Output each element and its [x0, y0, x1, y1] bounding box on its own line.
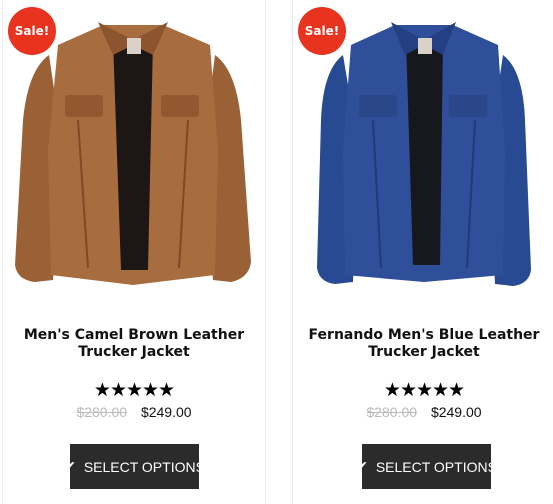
rating-stars: ★★★★★ — [93, 380, 175, 401]
product-image[interactable]: Sale! — [293, 0, 553, 305]
product-grid: Sale! Men's Camel Brown Leather Trucker … — [0, 0, 553, 504]
old-price: $280.00 — [76, 404, 128, 420]
check-icon: ✔ — [64, 458, 76, 474]
sale-price: $249.00 — [430, 404, 482, 420]
select-options-button[interactable]: ✔ SELECT OPTIONS — [356, 444, 497, 489]
old-price: $280.00 — [366, 404, 418, 420]
check-icon: ✔ — [356, 458, 368, 474]
select-options-label: SELECT OPTIONS — [375, 458, 497, 475]
product-title[interactable]: Men's Camel Brown Leather Trucker Jacket — [3, 327, 265, 361]
price-block: $280.00 $249.00 — [293, 403, 553, 421]
product-card: Sale! Fernando Men's Blue Leather Trucke… — [292, 0, 553, 504]
select-options-button[interactable]: ✔ SELECT OPTIONS — [64, 444, 205, 489]
price-block: $280.00 $249.00 — [3, 403, 265, 421]
product-card: Sale! Men's Camel Brown Leather Trucker … — [2, 0, 266, 504]
product-title-line: Trucker Jacket — [368, 344, 480, 360]
product-title-line: Fernando Men's Blue Leather — [308, 327, 540, 343]
sale-price: $249.00 — [140, 404, 192, 420]
sale-badge: Sale! — [298, 7, 346, 55]
select-options-label: SELECT OPTIONS — [83, 458, 205, 475]
rating-stars: ★★★★★ — [383, 380, 465, 401]
product-title[interactable]: Fernando Men's Blue Leather Trucker Jack… — [293, 327, 553, 361]
sale-badge: Sale! — [8, 7, 56, 55]
product-image[interactable]: Sale! — [3, 0, 265, 305]
product-title-line: Trucker Jacket — [78, 344, 190, 360]
product-title-line: Men's Camel Brown Leather — [23, 327, 245, 343]
